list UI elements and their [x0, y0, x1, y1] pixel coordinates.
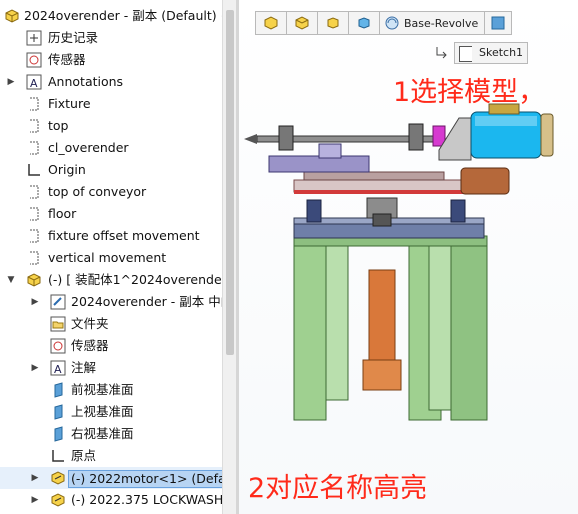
part-icon	[50, 294, 66, 310]
annotation-step2: 2对应名称高亮	[248, 473, 428, 504]
platform	[293, 197, 485, 239]
upper-fixture	[244, 123, 446, 173]
tree-item-label: fixture offset movement	[48, 228, 200, 243]
tree-item-vertical-movement[interactable]: vertical movement	[0, 247, 236, 269]
tree-item-floor[interactable]: floor	[0, 203, 236, 225]
annotation-step1: 1选择模型，	[393, 77, 546, 108]
tree-item-origin[interactable]: Origin	[0, 159, 236, 181]
expand-arrow-icon[interactable]: ▶	[30, 467, 40, 489]
tree-item-label: 前视基准面	[71, 382, 134, 397]
tree-item-label: Annotations	[48, 74, 124, 89]
collapse-arrow-icon[interactable]: ▼	[6, 269, 16, 291]
sketch-plane-icon	[26, 96, 42, 112]
tree-item-label: Origin	[48, 162, 86, 177]
component-icon	[50, 492, 66, 508]
tree-item-label: 上视基准面	[71, 404, 134, 419]
sketch-plane-icon	[26, 228, 42, 244]
tree-item-history[interactable]: 历史记录	[0, 27, 236, 49]
motor	[438, 103, 554, 161]
tree-item-label: 历史记录	[48, 30, 99, 45]
tree-item-lockwasher[interactable]: ▶ (-) 2022.375 LOCKWASHER	[0, 489, 236, 511]
tree-item-cl-overender[interactable]: cl_overender	[0, 137, 236, 159]
sketch-plane-icon	[26, 250, 42, 266]
expand-arrow-icon[interactable]: ▶	[6, 71, 16, 93]
origin-icon	[50, 448, 66, 464]
tree-item-label: 文件夹	[71, 316, 109, 331]
sensor-icon	[50, 338, 66, 354]
tree-item-sensors[interactable]: 传感器	[0, 49, 236, 71]
tree-item-annotations-2[interactable]: ▶ A 注解	[0, 357, 236, 379]
expand-arrow-icon[interactable]: ▶	[30, 291, 40, 313]
tree-item-label: 注解	[71, 360, 97, 375]
assembly-icon	[4, 8, 20, 24]
origin-icon	[26, 162, 42, 178]
tree-item-top-plane[interactable]: 上视基准面	[0, 401, 236, 423]
annotations-icon: A	[50, 360, 66, 376]
sketch-plane-icon	[26, 118, 42, 134]
tree-item-label: 2024overender - 副本 中的	[71, 294, 234, 309]
assembly-icon	[26, 272, 42, 288]
tree-item-motor-selected[interactable]: ▶ (-) 2022motor<1> (Default	[0, 467, 236, 489]
tree-item-annotations[interactable]: ▶ A Annotations	[0, 71, 236, 93]
tree-item-label: Fixture	[48, 96, 91, 111]
folder-icon	[50, 316, 66, 332]
tree-item-label: vertical movement	[48, 250, 167, 265]
tree-item-right-plane[interactable]: 右视基准面	[0, 423, 236, 445]
tree-item-subassembly[interactable]: ▼ (-) [ 装配体1^2024overender -	[0, 269, 236, 291]
annotations-icon: A	[26, 74, 42, 90]
tree-item-label: (-) 2022motor<1> (Default	[68, 470, 236, 488]
lift-cylinder	[362, 269, 402, 391]
tree-item-top[interactable]: top	[0, 115, 236, 137]
component-icon	[50, 470, 66, 486]
sketch-plane-icon	[26, 184, 42, 200]
tree-item-fixture-offset-movement[interactable]: fixture offset movement	[0, 225, 236, 247]
svg-text:A: A	[54, 363, 62, 376]
svg-text:A: A	[30, 77, 38, 90]
sketch-plane-icon	[26, 206, 42, 222]
expand-arrow-icon[interactable]: ▶	[30, 357, 40, 379]
tree-root-label: 2024overender - 副本 (Default) <显	[24, 8, 236, 23]
sensor-icon	[26, 52, 42, 68]
tree-item-part[interactable]: ▶ 2024overender - 副本 中的	[0, 291, 236, 313]
tree-item-sensors-2[interactable]: 传感器	[0, 335, 236, 357]
sketch-plane-icon	[26, 140, 42, 156]
tree-root-row[interactable]: 2024overender - 副本 (Default) <显	[0, 5, 236, 27]
tree-item-label: 右视基准面	[71, 426, 134, 441]
plane-icon	[50, 426, 66, 442]
history-icon	[26, 30, 42, 46]
tree-item-label: top	[48, 118, 69, 133]
tree-item-top-of-conveyor[interactable]: top of conveyor	[0, 181, 236, 203]
tree-item-label: (-) [ 装配体1^2024overender -	[48, 272, 236, 287]
tree-item-fixture[interactable]: Fixture	[0, 93, 236, 115]
tree-item-front-plane[interactable]: 前视基准面	[0, 379, 236, 401]
tree-item-origin-2[interactable]: 原点	[0, 445, 236, 467]
tree-item-folder[interactable]: 文件夹	[0, 313, 236, 335]
tree-item-label: 传感器	[48, 52, 86, 67]
tree-scrollbar-thumb[interactable]	[226, 10, 234, 355]
tree-item-label: cl_overender	[48, 140, 129, 155]
plane-icon	[50, 404, 66, 420]
tree-item-label: 传感器	[71, 338, 109, 353]
plane-icon	[50, 382, 66, 398]
tree-item-label: floor	[48, 206, 77, 221]
tree-item-label: 原点	[71, 448, 97, 463]
expand-arrow-icon[interactable]: ▶	[30, 489, 40, 511]
feature-manager-tree[interactable]: 2024overender - 副本 (Default) <显 历史记录 传感器…	[0, 0, 236, 514]
tree-item-label: (-) 2022.375 LOCKWASHER	[71, 492, 236, 507]
tree-item-label: top of conveyor	[48, 184, 147, 199]
